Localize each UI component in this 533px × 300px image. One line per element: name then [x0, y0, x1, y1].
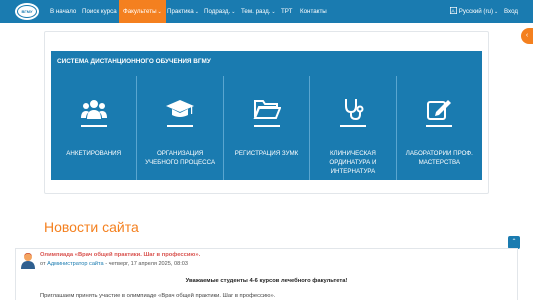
tile-zumk-registration[interactable]: РЕГИСТРАЦИЯ ЗУМК [223, 76, 311, 180]
folder-open-icon [253, 96, 281, 122]
nav-label: Контакты [300, 8, 327, 15]
tile-divider [426, 125, 453, 127]
nav-label: Поиск курса [82, 8, 117, 15]
news-post-title[interactable]: Олимпиада «Врач общей практики. Шаг в пр… [40, 252, 200, 258]
chevron-up-icon: ⌃ [511, 239, 517, 245]
drawer-toggle-button[interactable]: ‹ [521, 28, 533, 44]
nav-item-trt[interactable]: ТРТ [281, 0, 292, 23]
language-selector[interactable]: A Русский (ru)⌄ [450, 0, 498, 23]
tile-divider [339, 125, 366, 127]
users-icon [80, 96, 107, 122]
translate-icon: A [450, 7, 457, 15]
tile-divider [167, 125, 194, 127]
nav-item-course-search[interactable]: Поиск курса [82, 0, 117, 23]
nav-label: Тем. разд. [241, 8, 271, 15]
edit-icon [426, 96, 452, 122]
nav-item-contacts[interactable]: Контакты [300, 0, 327, 23]
tile-label: АНКЕТИРОВАНИЯ [66, 150, 122, 157]
tile-label: КЛИНИЧЕСКАЯ ОРДИНАТУРА И ИНТЕРНАТУРА [329, 150, 377, 175]
site-logo[interactable]: ВГМУ [15, 3, 39, 20]
news-post-meta: от Администратор сайта - четверг, 17 апр… [40, 261, 188, 267]
tile-education-process[interactable]: ОРГАНИЗАЦИЯ УЧЕБНОГО ПРОЦЕССА [137, 76, 224, 180]
logo-text: ВГМУ [17, 5, 37, 18]
nav-item-faculties[interactable]: Факультеты⌄ [119, 0, 166, 23]
tile-skill-labs[interactable]: ЛАБОРАТОРИИ ПРОФ. МАСТЕРСТВА [396, 76, 483, 180]
nav-label: Подразд. [204, 8, 231, 15]
tile-grid: АНКЕТИРОВАНИЯ ОРГАНИЗАЦИЯ УЧЕБНОГО ПРОЦЕ… [51, 76, 483, 180]
nav-item-thematic-sections[interactable]: Тем. разд.⌄ [241, 0, 276, 23]
tile-surveys[interactable]: АНКЕТИРОВАНИЯ [51, 76, 138, 180]
stethoscope-icon [341, 96, 365, 122]
nav-label: Факультеты [123, 8, 157, 15]
tile-label: РЕГИСТРАЦИЯ ЗУМК [234, 150, 299, 157]
tile-label: ЛАБОРАТОРИИ ПРОФ. МАСТЕРСТВА [405, 150, 473, 166]
chevron-down-icon: ⌄ [157, 9, 162, 15]
login-link[interactable]: Вход [504, 0, 518, 23]
chevron-down-icon: ⌄ [194, 9, 199, 15]
chevron-down-icon: ⌄ [231, 9, 236, 15]
panel-title: СИСТЕМА ДИСТАНЦИОННОГО ОБУЧЕНИЯ ВГМУ [51, 51, 482, 76]
author-link[interactable]: Администратор сайта [47, 261, 104, 267]
tile-divider [80, 125, 107, 127]
chevron-down-icon: ⌄ [494, 9, 499, 15]
graduation-cap-icon [165, 96, 195, 122]
nav-item-departments[interactable]: Подразд.⌄ [204, 0, 235, 23]
nav-label: ТРТ [281, 8, 293, 15]
login-label: Вход [504, 8, 518, 15]
svg-text:A: A [451, 9, 455, 14]
news-post-greeting: Уважаемые студенты 4-6 курсов лечебного … [185, 278, 348, 284]
tile-label: ОРГАНИЗАЦИЯ УЧЕБНОГО ПРОЦЕССА [145, 150, 216, 166]
nav-item-home[interactable]: В начало [50, 0, 76, 23]
top-navbar: ВГМУ В начало Поиск курса Факультеты⌄ Пр… [0, 0, 533, 23]
nav-item-practice[interactable]: Практика⌄ [167, 0, 199, 23]
nav-label: В начало [50, 8, 77, 15]
chevron-down-icon: ⌄ [271, 9, 276, 15]
news-section-title: Новости сайта [44, 219, 139, 235]
news-post-text: Приглашаем принять участие в олимпиаде «… [40, 293, 276, 299]
post-date: - четверг, 17 апреля 2025, 08:03 [103, 261, 188, 267]
nav-label: Практика [167, 8, 194, 15]
avatar [19, 251, 37, 269]
language-label: Русский (ru) [458, 8, 494, 15]
tile-divider [253, 125, 280, 127]
chevron-left-icon: ‹ [525, 32, 529, 39]
tile-residency[interactable]: КЛИНИЧЕСКАЯ ОРДИНАТУРА И ИНТЕРНАТУРА [310, 76, 397, 180]
